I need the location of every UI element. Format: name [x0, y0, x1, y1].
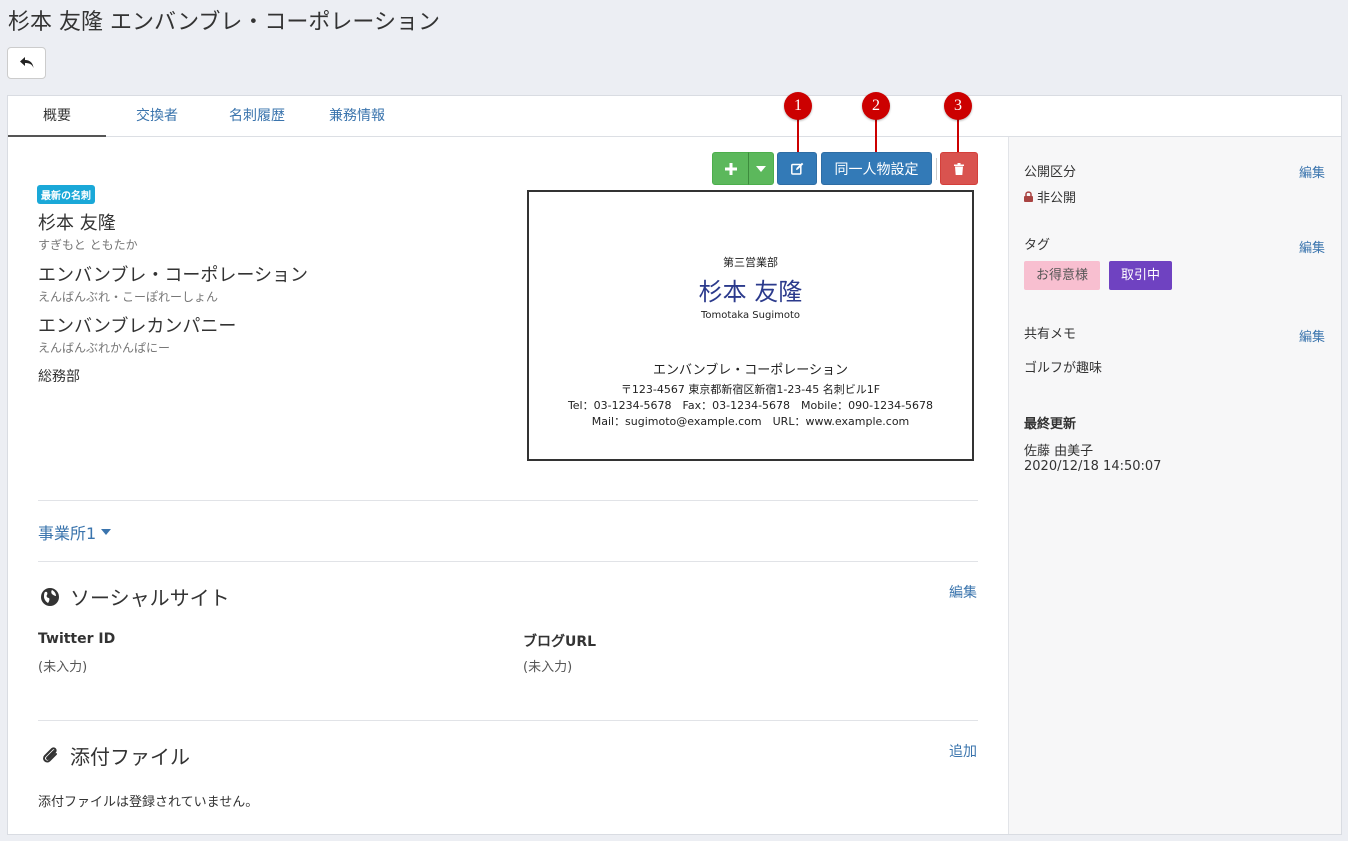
- contact-department: 総務部: [38, 369, 80, 385]
- divider: [38, 561, 978, 562]
- blog-label: ブログURL: [523, 634, 597, 650]
- tab-overview[interactable]: 概要: [8, 96, 106, 137]
- contact-company2-block: エンバンブレカンパニー えんばんぶれかんぱにー: [38, 312, 236, 356]
- tab-exchangers[interactable]: 交換者: [108, 96, 206, 137]
- card-phones: Tel：03-1234-5678 Fax：03-1234-5678 Mobile…: [567, 399, 934, 412]
- updated-by: 佐藤 由美子: [1024, 444, 1094, 459]
- callout-1: 1: [784, 92, 812, 120]
- twitter-label: Twitter ID: [38, 631, 116, 647]
- attachments-add-link[interactable]: 追加: [949, 741, 977, 761]
- office-toggle[interactable]: 事業所1: [38, 520, 112, 544]
- tags-edit-link[interactable]: 編集: [1299, 237, 1325, 256]
- card-web: Mail：sugimoto@example.com URL：www.exampl…: [591, 415, 910, 428]
- contact-company-block: エンバンブレ・コーポレーション えんばんぶれ・こーぽれーしょん: [38, 261, 308, 305]
- add-button[interactable]: [712, 152, 749, 185]
- back-arrow-icon: [19, 57, 33, 68]
- attachments-title: 添付ファイル: [70, 745, 190, 769]
- plus-icon: [724, 162, 737, 175]
- page-title: 杉本 友隆 エンバンブレ・コーポレーション: [8, 10, 440, 35]
- updated-at: 2020/12/18 14:50:07: [1024, 459, 1162, 474]
- contact-name-block: 杉本 友隆 すぎもと ともたか: [38, 209, 138, 253]
- visibility-value: 非公開: [1037, 191, 1077, 206]
- caret-down-icon: [756, 165, 766, 172]
- card-company: エンバンブレ・コーポレーション: [652, 363, 848, 378]
- card-name: 杉本 友隆: [698, 278, 803, 306]
- globe-icon: [41, 587, 59, 606]
- blog-value: (未入力): [523, 660, 573, 675]
- tag-item[interactable]: 取引中: [1109, 261, 1173, 290]
- tab-bar: 概要 交換者 名刺履歴 兼務情報: [8, 96, 1341, 137]
- contact-name: 杉本 友隆: [38, 213, 116, 234]
- contact-company2-kana: えんばんぶれかんぱにー: [38, 341, 171, 355]
- visibility-edit-link[interactable]: 編集: [1299, 162, 1325, 181]
- same-person-button[interactable]: 同一人物設定: [821, 152, 932, 185]
- delete-button[interactable]: [940, 152, 978, 185]
- contact-company-kana: えんばんぶれ・こーぽれーしょん: [38, 290, 219, 304]
- divider: [38, 720, 978, 721]
- back-button[interactable]: [7, 47, 46, 79]
- trash-icon: [954, 162, 964, 175]
- callout-2: 2: [862, 92, 890, 120]
- lock-icon: [1024, 191, 1033, 202]
- card-department: 第三営業部: [723, 256, 778, 269]
- edit-icon: [790, 162, 803, 175]
- tab-card-history[interactable]: 名刺履歴: [208, 96, 306, 137]
- twitter-value: (未入力): [38, 660, 88, 675]
- business-card-image[interactable]: 第三営業部 杉本 友隆 Tomotaka Sugimoto エンバンブレ・コーポ…: [527, 190, 974, 461]
- visibility-label: 公開区分: [1024, 165, 1077, 180]
- card-name-romaji: Tomotaka Sugimoto: [700, 310, 801, 321]
- caret-down-icon: [101, 529, 112, 535]
- callout-line-1: [797, 116, 799, 154]
- memo-label: 共有メモ: [1024, 327, 1077, 342]
- toolbar-divider: [936, 158, 937, 180]
- callout-line-2: [875, 116, 877, 154]
- sidebar: 公開区分 編集 非公開 タグ 編集 お得意様 取引中 共有メモ 編集 ゴルフが趣…: [1008, 137, 1341, 834]
- office-label: 事業所1: [38, 524, 97, 543]
- callout-line-3: [957, 116, 959, 154]
- callout-3: 3: [944, 92, 972, 120]
- contact-company: エンバンブレ・コーポレーション: [38, 265, 308, 286]
- contact-company2: エンバンブレカンパニー: [38, 316, 237, 337]
- divider: [38, 500, 978, 501]
- paperclip-icon: [43, 746, 57, 762]
- social-title: ソーシャルサイト: [70, 586, 230, 610]
- attachments-section-title: 添付ファイル: [40, 741, 190, 770]
- card-address: 〒123-4567 東京都新宿区新宿1-23-45 名刺ビル1F: [620, 383, 881, 396]
- memo-edit-link[interactable]: 編集: [1299, 326, 1325, 345]
- social-edit-link[interactable]: 編集: [949, 582, 977, 602]
- attachments-empty-text: 添付ファイルは登録されていません。: [38, 795, 259, 810]
- add-dropdown-button[interactable]: [748, 152, 774, 185]
- latest-card-badge: 最新の名刺: [37, 185, 95, 204]
- updated-label: 最終更新: [1024, 417, 1077, 432]
- contact-name-kana: すぎもと ともたか: [38, 238, 138, 252]
- edit-button[interactable]: [777, 152, 817, 185]
- social-section-title: ソーシャルサイト: [40, 582, 230, 611]
- tags-label: タグ: [1024, 238, 1051, 253]
- tag-item[interactable]: お得意様: [1024, 261, 1101, 290]
- visibility-value-row: 非公開: [1024, 187, 1076, 206]
- memo-value: ゴルフが趣味: [1024, 361, 1103, 376]
- tab-concurrent-info[interactable]: 兼務情報: [308, 96, 406, 137]
- detail-panel: 概要 交換者 名刺履歴 兼務情報 1 2 3 同一人物設定 最新の名刺 杉本 友…: [7, 92, 1342, 835]
